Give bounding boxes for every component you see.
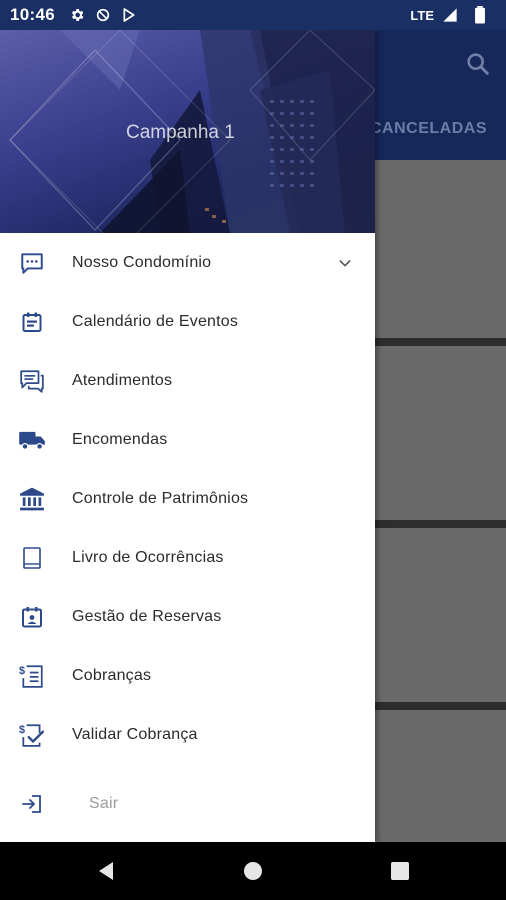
logout-icon: [18, 790, 46, 818]
campaign-title: Campanha 1: [126, 122, 235, 143]
menu-item-calendario-eventos[interactable]: Calendário de Eventos: [0, 292, 375, 351]
menu-item-livro-ocorrencias[interactable]: Livro de Ocorrências: [0, 528, 375, 587]
signal-icon: [440, 5, 460, 25]
svg-text:$: $: [19, 664, 25, 676]
home-icon[interactable]: [241, 859, 265, 883]
recents-icon[interactable]: [388, 859, 412, 883]
messages-icon: [18, 367, 46, 395]
menu-item-nosso-condominio[interactable]: Nosso Condomínio: [0, 233, 375, 292]
network-type: LTE: [410, 7, 434, 23]
card-separator: [375, 520, 506, 528]
calendar-person-icon: [18, 603, 46, 631]
book-icon: [18, 544, 46, 572]
list-card[interactable]: [375, 346, 506, 520]
gear-icon: [67, 5, 87, 25]
menu-item-label: Controle de Patrimônios: [72, 489, 249, 507]
invoice-icon: $: [18, 662, 46, 690]
menu-item-label: Nosso Condomínio: [72, 253, 212, 271]
menu-item-label: Atendimentos: [72, 371, 173, 389]
system-navigation-bar: [0, 842, 506, 900]
list-card[interactable]: [375, 710, 506, 842]
logout-label: Sair: [89, 794, 119, 812]
menu-item-label: Calendário de Eventos: [72, 312, 239, 330]
tab-canceladas[interactable]: CANCELADAS: [370, 120, 487, 138]
menu-item-atendimentos[interactable]: Atendimentos: [0, 351, 375, 410]
card-separator: [375, 702, 506, 710]
menu-item-label: Livro de Ocorrências: [72, 548, 224, 566]
truck-icon: [18, 426, 46, 454]
status-time: 10:46: [10, 5, 55, 24]
menu-item-gestao-reservas[interactable]: Gestão de Reservas: [0, 587, 375, 646]
list-card[interactable]: [375, 528, 506, 702]
menu-item-validar-cobranca[interactable]: $ Validar Cobrança: [0, 705, 375, 764]
svg-text:$: $: [19, 723, 25, 735]
menu-item-label: Validar Cobrança: [72, 725, 198, 743]
battery-icon: [470, 5, 490, 25]
sync-icon: [93, 5, 113, 25]
bank-icon: [18, 485, 46, 513]
screen: 10:46 LTE CANCELADAS Campanha 1 Nosso Co…: [0, 0, 506, 900]
menu-item-label: Gestão de Reservas: [72, 607, 222, 625]
play-store-icon: [119, 5, 139, 25]
back-icon[interactable]: [94, 859, 118, 883]
menu-item-controle-patrimonios[interactable]: Controle de Patrimônios: [0, 469, 375, 528]
menu-item-sair[interactable]: Sair: [0, 774, 375, 833]
search-icon[interactable]: [464, 50, 492, 78]
chevron-down-icon[interactable]: [337, 255, 353, 271]
card-separator: [375, 338, 506, 346]
menu-item-label: Encomendas: [72, 430, 168, 448]
chat-icon: [18, 249, 46, 277]
invoice-check-icon: $: [18, 721, 46, 749]
navigation-drawer: Campanha 1 Nosso Condomínio Calendário d…: [0, 30, 375, 842]
status-bar: 10:46 LTE: [0, 0, 506, 30]
calendar-icon: [18, 308, 46, 336]
list-card[interactable]: [375, 160, 506, 338]
menu-item-encomendas[interactable]: Encomendas: [0, 410, 375, 469]
menu-item-cobrancas[interactable]: $ Cobranças: [0, 646, 375, 705]
drawer-header: Campanha 1: [0, 30, 375, 233]
menu-item-label: Cobranças: [72, 666, 152, 684]
